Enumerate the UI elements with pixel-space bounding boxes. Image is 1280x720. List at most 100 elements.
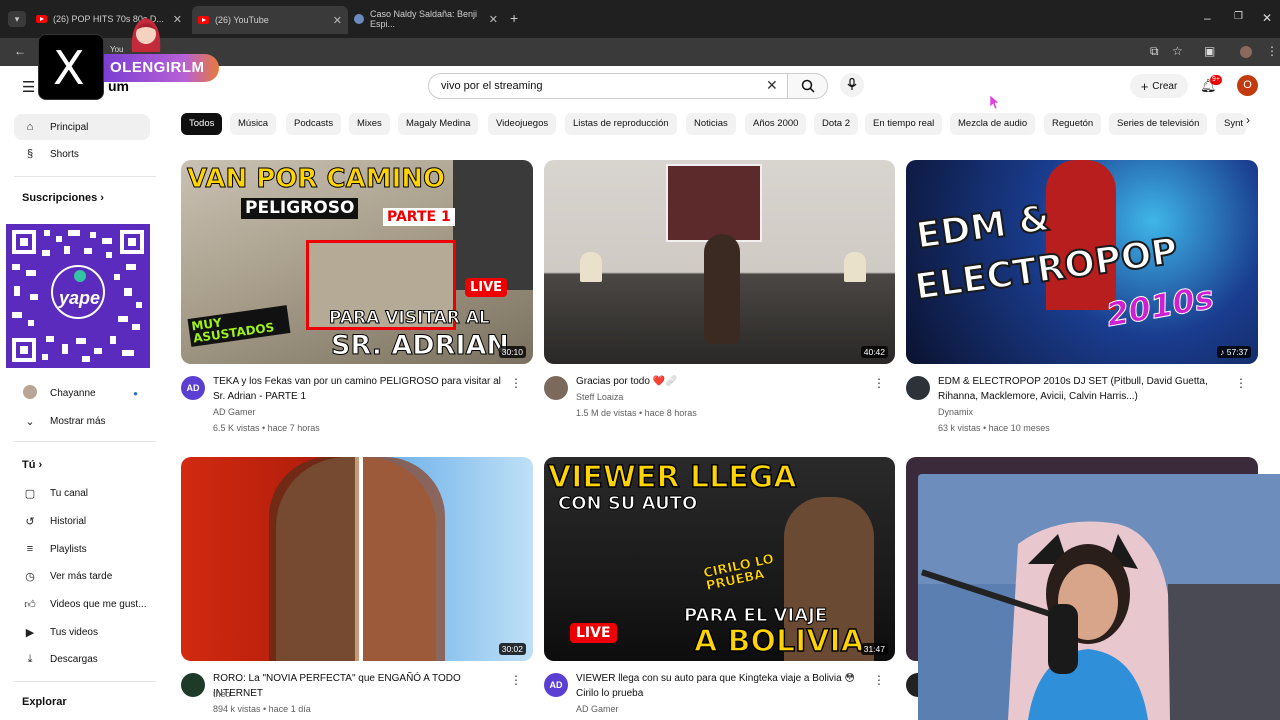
create-button[interactable]: + Crear [1130, 74, 1188, 98]
back-arrow-icon[interactable]: ← [14, 44, 26, 58]
sidebar-item-tu-canal[interactable]: ▢ Tu canal [14, 480, 150, 506]
channel-name[interactable]: Steff Loaiza [576, 392, 623, 402]
extensions-icon[interactable]: ▣ [1204, 44, 1215, 58]
channel-name[interactable]: Dynamix [938, 407, 973, 417]
more-options-icon[interactable]: ⋮ [510, 673, 522, 687]
profile-icon[interactable] [1240, 46, 1252, 58]
thumbnail-painting [666, 164, 762, 242]
window-close-icon[interactable]: ✕ [1262, 11, 1272, 25]
chip-mezcla-audio[interactable]: Mezcla de audio [950, 113, 1036, 135]
anime-avatar-icon [131, 18, 161, 52]
video-stats: 894 k vistas • hace 1 día [213, 704, 311, 714]
browser-tab-caso-naldy[interactable]: Caso Naldy Saldaña: Benji Espi... ✕ [354, 8, 504, 30]
video-title[interactable]: Gracias por todo ❤️🩹 [576, 374, 876, 389]
x-logo-letter: X [53, 41, 85, 95]
you-heading[interactable]: Tú › [22, 459, 42, 471]
channel-name[interactable]: AD Gamer [213, 407, 256, 417]
sidebar-item-historial[interactable]: ↺ Historial [14, 508, 150, 534]
chayanne-avatar [22, 384, 38, 402]
video-title[interactable]: VIEWER llega con su auto para que Kingte… [576, 671, 876, 701]
explore-heading[interactable]: Explorar [22, 696, 67, 708]
close-tab-icon[interactable]: ✕ [489, 13, 498, 26]
video-thumbnail[interactable]: VAN POR CAMINO PELIGROSO PARTE 1 MUY ASU… [181, 160, 533, 364]
sidebar-item-descargas[interactable]: ⤓ Descargas [14, 646, 150, 672]
chip-magaly-medina[interactable]: Magaly Medina [398, 113, 479, 135]
chevron-right-icon[interactable]: › [1246, 113, 1250, 127]
search-input[interactable]: vivo por el streaming [428, 73, 788, 99]
chip-anos-2000[interactable]: Años 2000 [745, 113, 807, 135]
browser-menu-icon[interactable]: ⋮ [1266, 44, 1278, 58]
channel-name[interactable]: AD Gamer [576, 704, 619, 714]
sidebar-item-label: Playlists [50, 543, 87, 555]
chevron-down-icon: ⌄ [25, 415, 35, 428]
minimize-icon[interactable]: – [1204, 11, 1211, 25]
video-title[interactable]: RORO: La "NOVIA PERFECTA" que ENGAÑÓ A T… [213, 671, 513, 701]
chip-listas[interactable]: Listas de reproducción [565, 113, 677, 135]
sidebar-item-shorts[interactable]: § Shorts [14, 141, 150, 167]
yape-qr-code: yape [6, 224, 150, 368]
video-title[interactable]: TEKA y los Fekas van por un camino PELIG… [213, 374, 513, 404]
browser-tab-pop-hits[interactable]: (26) POP HITS 70s 80s D... ✕ [36, 8, 188, 30]
divider [14, 681, 156, 682]
video-title[interactable]: EDM & ELECTROPOP 2010s DJ SET (Pitbull, … [938, 374, 1238, 404]
install-app-icon[interactable]: ⧉ [1150, 44, 1159, 59]
channel-avatar[interactable]: AD [544, 673, 568, 697]
thumbnail-line-bolivia: A BOLIVIA [693, 624, 864, 659]
thumbs-up-icon: 👍︎ [24, 598, 36, 611]
close-tab-icon[interactable]: ✕ [333, 14, 342, 27]
search-button[interactable] [788, 73, 828, 99]
sidebar-item-liked-videos[interactable]: 👍︎ Videos que me gust... [14, 591, 150, 617]
chip-todos[interactable]: Todos [181, 113, 223, 135]
restore-icon[interactable]: ❐ [1234, 11, 1243, 22]
sidebar-item-ver-mas-tarde[interactable]: ◷ Ver más tarde [14, 563, 150, 589]
tab-search-button[interactable]: ▾ [8, 11, 26, 27]
tab-label: (26) YouTube [215, 15, 269, 25]
video-thumbnail[interactable]: 30:02 [181, 457, 533, 661]
more-options-icon[interactable]: ⋮ [873, 376, 885, 390]
more-options-icon[interactable]: ⋮ [1235, 376, 1247, 390]
close-tab-icon[interactable]: ✕ [173, 13, 182, 26]
channel-avatar[interactable] [544, 376, 568, 400]
sidebar-item-show-more[interactable]: ⌄ Mostrar más [14, 408, 150, 434]
chip-podcasts[interactable]: Podcasts [286, 113, 342, 135]
chip-videojuegos[interactable]: Videojuegos [488, 113, 557, 135]
sidebar-item-tus-videos[interactable]: ▶ Tus videos [14, 619, 150, 645]
hamburger-menu-icon[interactable]: ☰ [22, 78, 35, 96]
video-duration: ♪ 57:37 [1217, 346, 1251, 358]
chip-synt[interactable]: Synt [1216, 113, 1246, 135]
subscriptions-heading[interactable]: Suscripciones › [22, 192, 104, 204]
video-thumbnail[interactable]: 40:42 [544, 160, 895, 364]
channel-name[interactable]: theo [213, 689, 231, 699]
globe-favicon-icon [354, 14, 364, 24]
video-thumbnail[interactable]: VIEWER LLEGA CON SU AUTO CIRILO LO PRUEB… [544, 457, 895, 661]
channel-avatar[interactable] [181, 673, 205, 697]
sidebar-item-chayanne[interactable]: Chayanne ● [14, 380, 150, 406]
sidebar-item-principal[interactable]: ⌂ Principal [14, 114, 150, 140]
sidebar-item-label: Mostrar más [50, 415, 106, 427]
clear-search-icon[interactable]: ✕ [766, 77, 778, 94]
chip-regueton[interactable]: Reguetón [1044, 113, 1102, 135]
thumbnail-headline: EDM & [913, 197, 1054, 258]
sidebar-item-playlists[interactable]: ≡ Playlists [14, 536, 150, 562]
video-thumbnail[interactable]: EDM & ELECTROPOP 2010s ♪ 57:37 [906, 160, 1258, 364]
channel-avatar[interactable]: AD [181, 376, 205, 400]
account-avatar[interactable]: O [1237, 75, 1258, 96]
chip-mixes[interactable]: Mixes [349, 113, 390, 135]
chip-musica[interactable]: Música [230, 113, 277, 135]
chip-dota-2[interactable]: Dota 2 [814, 113, 858, 135]
yape-label: yape [59, 288, 101, 308]
plus-icon: + [1140, 78, 1149, 94]
sidebar-item-label: Historial [50, 515, 87, 527]
thumbnail-lamp-right [844, 252, 866, 282]
channel-avatar[interactable] [906, 376, 930, 400]
video-meta: RORO: La "NOVIA PERFECTA" que ENGAÑÓ A T… [181, 671, 526, 720]
bookmark-star-icon[interactable]: ☆ [1172, 44, 1183, 58]
chip-noticias[interactable]: Noticias [686, 113, 736, 135]
browser-tab-youtube[interactable]: (26) YouTube ✕ [192, 6, 348, 34]
more-options-icon[interactable]: ⋮ [873, 673, 885, 687]
chip-series-tv[interactable]: Series de televisión [1109, 113, 1208, 135]
chip-en-tiempo-real[interactable]: En tiempo real [865, 113, 943, 135]
voice-search-button[interactable] [840, 73, 864, 97]
more-options-icon[interactable]: ⋮ [510, 376, 522, 390]
new-tab-button[interactable]: + [510, 11, 518, 25]
